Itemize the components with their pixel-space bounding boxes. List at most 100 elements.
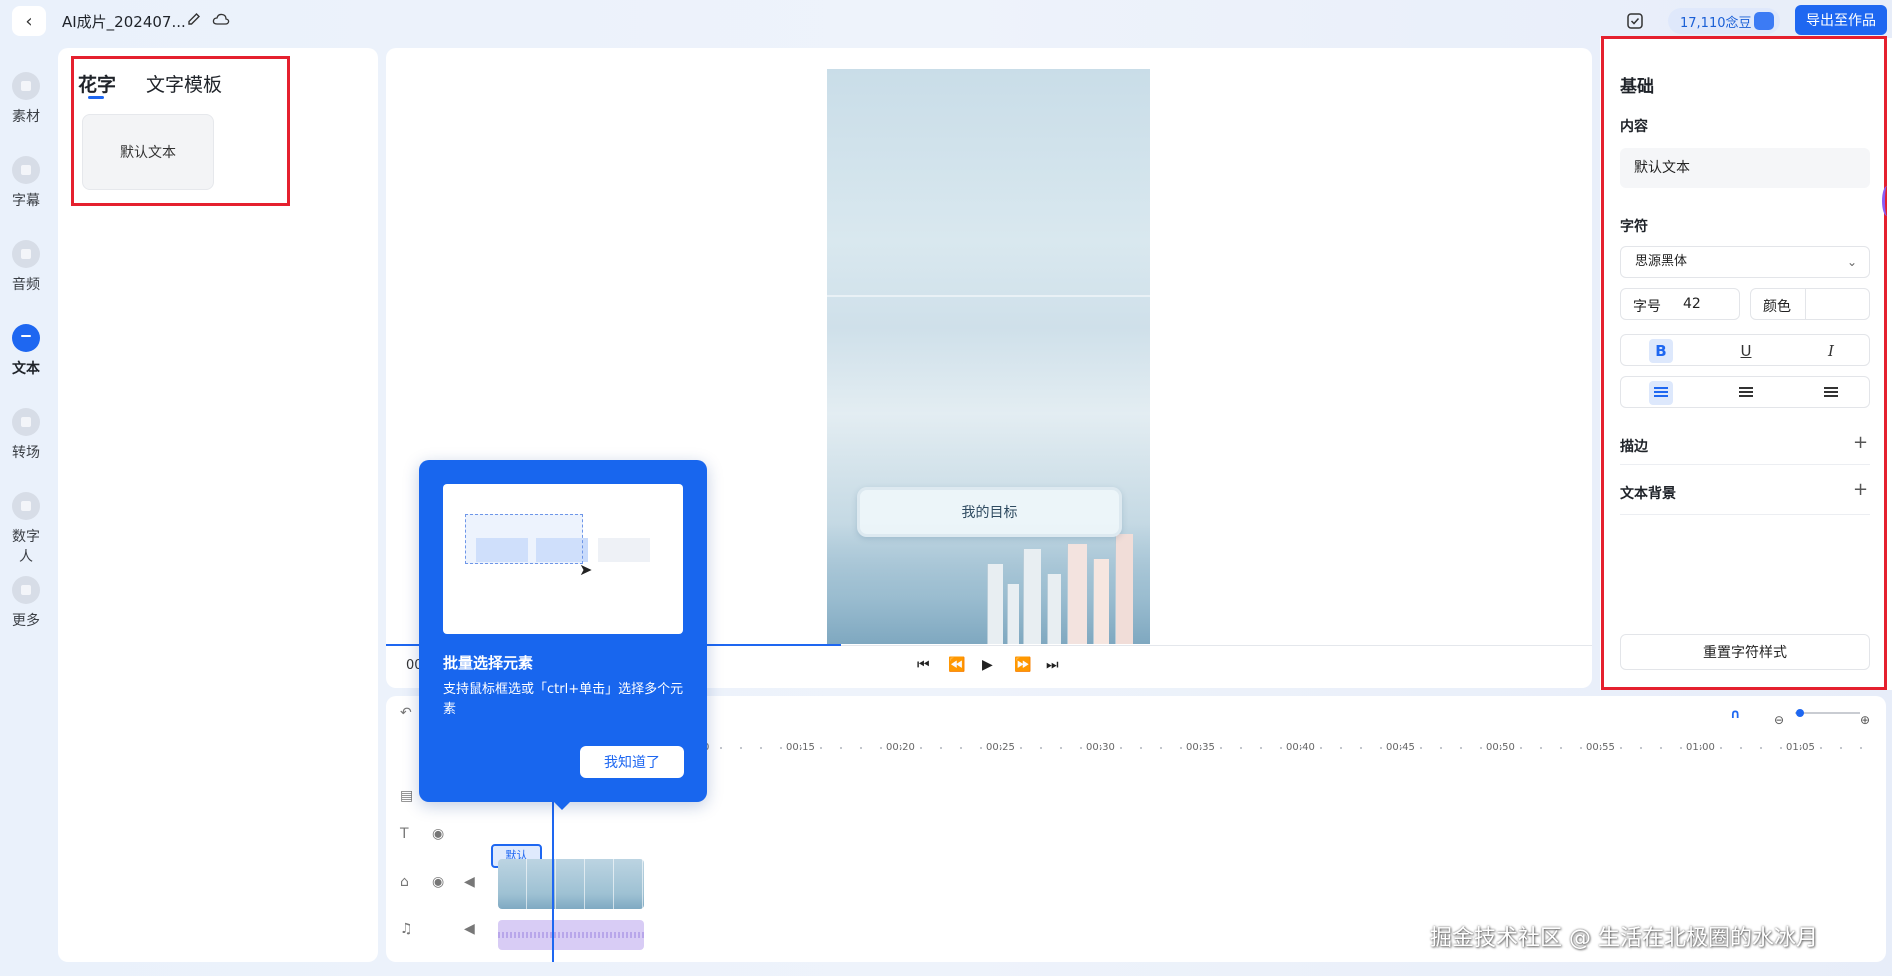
back-button[interactable]: ‹	[12, 6, 46, 36]
building	[987, 564, 1003, 644]
color-label: 颜色	[1763, 299, 1791, 315]
edit-icon[interactable]	[186, 11, 202, 27]
eye-icon[interactable]: ◉	[432, 874, 444, 890]
chevron-left-icon: ‹	[25, 10, 33, 32]
overlay-text-box[interactable]: 我的目标	[857, 487, 1122, 537]
play-icon[interactable]: ▶	[982, 657, 993, 673]
nav-transition[interactable]: 转场	[6, 408, 46, 462]
italic-button[interactable]: I	[1819, 339, 1843, 363]
avatar-icon	[12, 492, 40, 520]
divider	[1805, 289, 1806, 319]
nav-label: 转场	[12, 445, 40, 461]
building	[1007, 584, 1019, 644]
tooltip-illustration: ➤	[443, 484, 683, 634]
zoom-slider[interactable]	[1795, 712, 1860, 714]
subtitle-icon	[12, 156, 40, 184]
music-track-icon: ♫	[400, 921, 413, 937]
beans-balance[interactable]: 17,110念豆	[1668, 8, 1780, 34]
ruler-label: 00:40	[1286, 742, 1315, 753]
rewind-icon[interactable]: ⏪	[948, 657, 965, 673]
eye-icon[interactable]: ◉	[432, 826, 444, 842]
zoom-out-icon[interactable]: ⊖	[1774, 713, 1784, 727]
reset-style-button[interactable]: 重置字符样式	[1620, 634, 1870, 670]
side-handle[interactable]	[1882, 186, 1892, 216]
add-stroke-icon[interactable]: +	[1853, 432, 1868, 453]
font-size-field[interactable]: 字号 42	[1620, 288, 1740, 320]
task-check-icon[interactable]	[1626, 12, 1644, 30]
font-select[interactable]: 思源黑体 ⌄	[1620, 246, 1870, 278]
volume-icon[interactable]: ◀	[464, 921, 475, 937]
content-label: 内容	[1620, 119, 1648, 135]
tooltip-title: 批量选择元素	[443, 654, 534, 672]
nav-subtitle[interactable]: 字幕	[6, 156, 46, 210]
transition-icon	[12, 408, 40, 436]
building	[1115, 534, 1133, 644]
nav-more[interactable]: 更多	[6, 576, 46, 630]
skip-start-icon[interactable]: ⏮	[917, 657, 930, 673]
building	[1023, 549, 1041, 644]
font-value: 思源黑体	[1635, 254, 1688, 269]
video-clip[interactable]	[498, 859, 644, 909]
add-text-bg-icon[interactable]: +	[1853, 479, 1868, 500]
align-left-button[interactable]	[1649, 381, 1673, 405]
bold-button[interactable]: B	[1649, 339, 1673, 363]
align-center-button[interactable]	[1734, 381, 1758, 405]
got-it-button[interactable]: 我知道了	[580, 746, 684, 778]
ruler-label: 01:00	[1686, 742, 1715, 753]
batch-select-tooltip: ➤ 批量选择元素 支持鼠标框选或「ctrl+单击」选择多个元素 我知道了	[419, 460, 707, 810]
selection-rectangle	[465, 514, 583, 564]
tab-text-template[interactable]: 文字模板	[146, 70, 222, 97]
zoom-in-icon[interactable]: ⊕	[1860, 713, 1870, 727]
ruler-label: 00:30	[1086, 742, 1115, 753]
ruler-label: 00:25	[986, 742, 1015, 753]
text-icon	[12, 324, 40, 352]
magnet-icon[interactable]: ∩	[1730, 707, 1741, 722]
frame-seam	[827, 295, 1150, 297]
nav-label: 文本	[12, 361, 40, 377]
volume-icon[interactable]: ◀	[464, 874, 475, 890]
tab-fancy-text[interactable]: 花字	[78, 70, 116, 97]
skip-end-icon[interactable]: ⏭	[1046, 657, 1059, 673]
material-icon	[12, 72, 40, 100]
tooltip-description: 支持鼠标框选或「ctrl+单击」选择多个元素	[443, 682, 684, 717]
fast-forward-icon[interactable]: ⏩	[1014, 657, 1031, 673]
ruler-label: 00:45	[1386, 742, 1415, 753]
nav-avatar[interactable]: 数字人	[6, 492, 46, 566]
underline-button[interactable]: U	[1734, 339, 1758, 363]
nav-text[interactable]: 文本	[6, 324, 46, 378]
chevron-down-icon: ⌄	[1846, 255, 1857, 269]
project-title[interactable]: AI成片_202407...	[62, 11, 186, 32]
nav-label: 音频	[12, 277, 40, 293]
preview-canvas[interactable]	[827, 69, 1150, 644]
align-right-button[interactable]	[1819, 381, 1843, 405]
nav-label: 素材	[12, 109, 40, 125]
ruler-label: 01:05	[1786, 742, 1815, 753]
color-field[interactable]: 颜色	[1750, 288, 1870, 320]
audio-clip[interactable]	[498, 920, 644, 950]
wallet-icon	[1754, 12, 1774, 30]
tab-underline	[88, 96, 104, 99]
char-label: 字符	[1620, 219, 1648, 235]
text-bg-label: 文本背景	[1620, 486, 1676, 502]
align-right-icon	[1824, 387, 1838, 399]
ruler-label: 00:50	[1486, 742, 1515, 753]
building	[1093, 559, 1109, 644]
nav-audio[interactable]: 音频	[6, 240, 46, 294]
playhead[interactable]	[552, 800, 554, 962]
zoom-slider-knob[interactable]	[1796, 709, 1804, 717]
beans-count: 17,110念豆	[1680, 15, 1752, 31]
size-value[interactable]: 42	[1683, 296, 1701, 312]
size-label: 字号	[1633, 299, 1661, 315]
align-left-icon	[1654, 387, 1668, 399]
progress-track[interactable]	[841, 645, 1592, 646]
preset-default-text[interactable]: 默认文本	[82, 114, 214, 190]
more-icon	[12, 576, 40, 604]
nav-material[interactable]: 素材	[6, 72, 46, 126]
text-align-row	[1620, 376, 1870, 408]
undo-icon[interactable]: ↶	[400, 705, 412, 721]
align-center-icon	[1739, 387, 1753, 399]
content-field[interactable]: 默认文本	[1620, 148, 1870, 188]
nav-label: 数字人	[12, 529, 40, 565]
nav-label: 更多	[12, 613, 40, 629]
export-button[interactable]: 导出至作品	[1795, 5, 1887, 35]
